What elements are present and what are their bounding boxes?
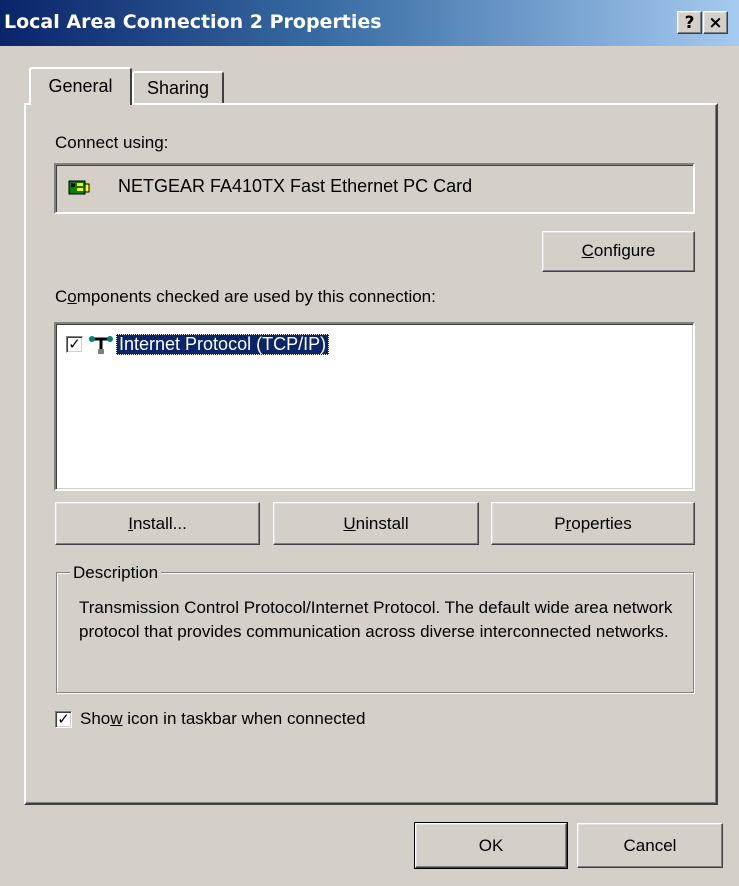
components-label: Components checked are used by this conn… xyxy=(55,287,436,306)
show-icon-label[interactable]: Show icon in taskbar when connected xyxy=(80,709,365,729)
connect-using-label: Connect using: xyxy=(55,133,169,152)
window-title: Local Area Connection 2 Properties xyxy=(4,11,382,33)
close-button[interactable]: × xyxy=(703,11,728,34)
show-icon-checkbox[interactable]: ✓ xyxy=(55,711,72,728)
list-item[interactable]: ✓ Internet Protocol (TCP/IP) xyxy=(66,333,666,357)
tab-general[interactable]: General xyxy=(29,67,132,105)
network-protocol-icon xyxy=(88,335,114,360)
components-list[interactable]: ✓ Internet Protocol (TCP/IP) xyxy=(54,322,695,491)
uninstall-button[interactable]: Uninstall xyxy=(273,502,479,545)
tab-sharing[interactable]: Sharing xyxy=(132,71,224,104)
adapter-name: NETGEAR FA410TX Fast Ethernet PC Card xyxy=(118,176,473,196)
description-text: Transmission Control Protocol/Internet P… xyxy=(79,598,673,641)
description-title: Description xyxy=(70,563,162,583)
adapter-field: NETGEAR FA410TX Fast Ethernet PC Card xyxy=(54,163,695,214)
configure-button[interactable]: Configure xyxy=(542,231,695,272)
install-button[interactable]: Install... xyxy=(55,502,260,545)
help-button[interactable]: ? xyxy=(677,11,702,34)
cancel-button[interactable]: Cancel xyxy=(577,823,723,868)
component-checkbox[interactable]: ✓ xyxy=(66,336,83,353)
network-card-icon xyxy=(68,178,90,203)
properties-button[interactable]: Properties xyxy=(491,502,695,545)
component-label[interactable]: Internet Protocol (TCP/IP) xyxy=(116,334,330,355)
ok-button[interactable]: OK xyxy=(414,822,568,869)
